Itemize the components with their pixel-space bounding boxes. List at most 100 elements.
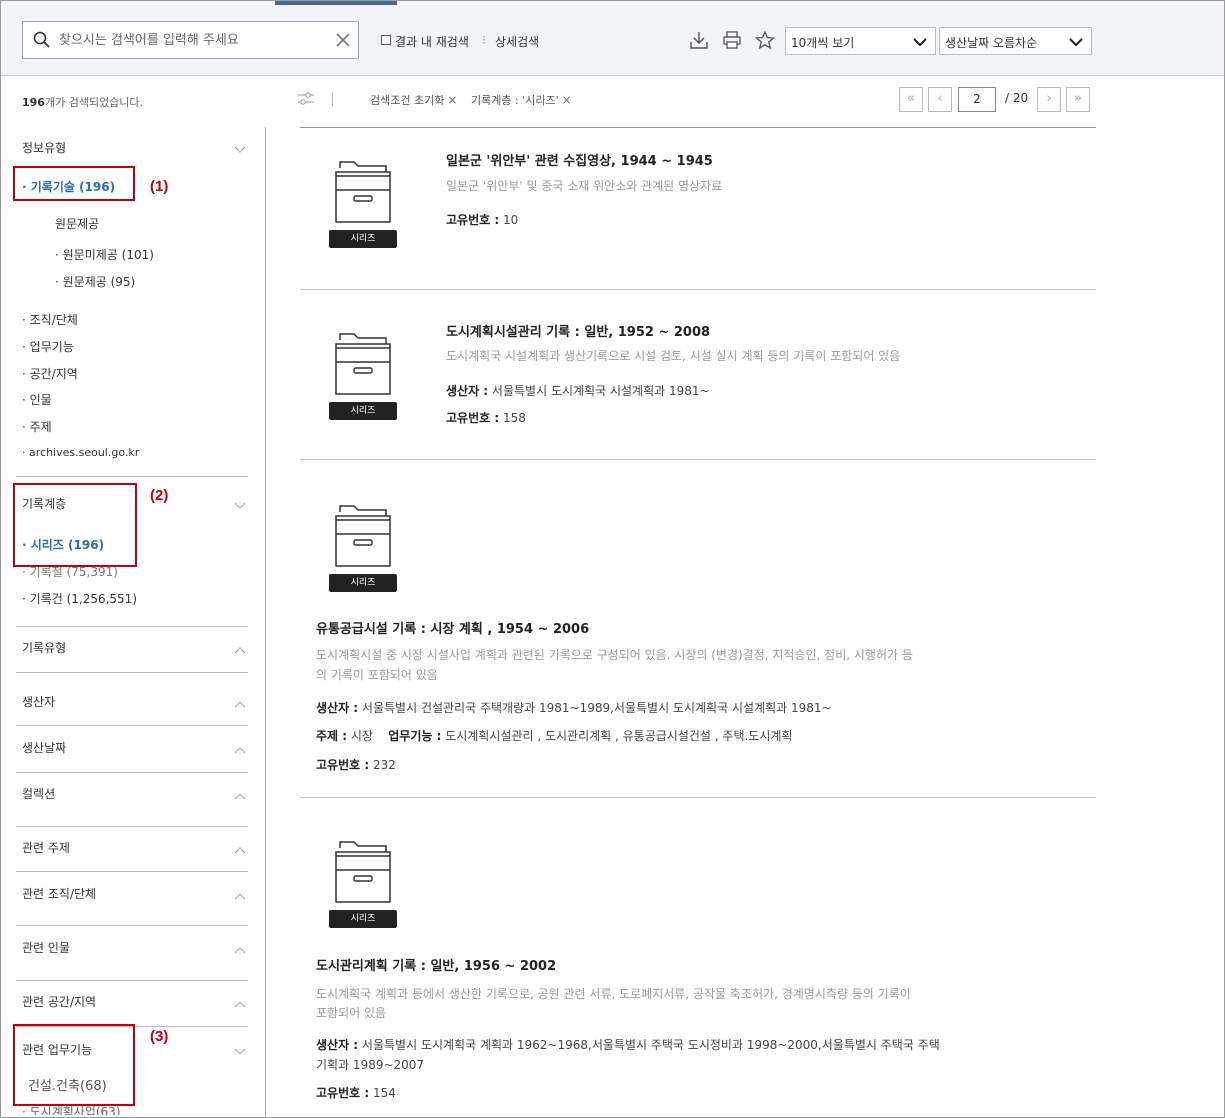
facet-divider	[16, 871, 248, 872]
facet-divider	[16, 772, 248, 773]
series-thumbnail[interactable]: 시리즈	[329, 158, 397, 248]
sort-value: 생산날짜 오름차순	[945, 36, 1038, 50]
sidebar-divider	[265, 127, 266, 1117]
close-icon[interactable]: ×	[447, 93, 457, 107]
page-number-input[interactable]: 2	[958, 87, 996, 112]
chevron-up-icon[interactable]	[234, 997, 246, 1008]
result-description: 도시계획국 계획과 등에서 생산한 기록으로, 공원 관련 서류, 도로폐지서류…	[316, 987, 911, 1001]
result-divider	[300, 289, 1096, 290]
facet-divider	[16, 980, 248, 981]
result-meta: 고유번호 : 158	[446, 408, 526, 428]
sort-select[interactable]: 생산날짜 오름차순	[939, 27, 1092, 55]
meta-label: 고유번호 :	[446, 411, 500, 425]
facet-related-org-title[interactable]: 관련 조직/단체	[22, 885, 96, 902]
star-icon[interactable]	[754, 30, 776, 50]
result-description: 도시계획시설 중 시장 시설사업 계획과 관련된 기록으로 구성되어 있음. 시…	[316, 648, 913, 662]
annotation-box-2	[13, 483, 137, 567]
result-title[interactable]: 유통공급시설 기록 : 시장 계획 , 1954 ~ 2006	[316, 618, 589, 637]
facet-producer-title[interactable]: 생산자	[22, 693, 55, 710]
annotation-box-1	[13, 166, 135, 201]
facet-sub-item[interactable]: · 원문제공 (95)	[55, 273, 135, 290]
filter-settings-icon[interactable]	[297, 91, 315, 107]
applied-filter-chip[interactable]: 기록계층 : '시리즈' ×	[471, 92, 572, 108]
chevron-up-icon[interactable]	[234, 789, 246, 800]
search-box[interactable]	[22, 21, 359, 59]
facet-related-place-title[interactable]: 관련 공간/지역	[22, 993, 96, 1010]
facet-date-title[interactable]: 생산날짜	[22, 739, 66, 756]
result-description: 일본군 '위안부' 및 중국 소재 위안소와 관계된 영상자료	[446, 179, 723, 193]
detail-search-link[interactable]: 상세검색	[495, 33, 539, 50]
chevron-down-icon[interactable]	[234, 143, 246, 153]
clear-icon[interactable]	[334, 31, 352, 49]
facet-item[interactable]: · archives.seoul.go.kr	[22, 446, 139, 459]
chevron-down-icon[interactable]	[234, 499, 246, 509]
page-size-select[interactable]: 10개씩 보기	[785, 27, 936, 55]
meta-value: 158	[499, 411, 526, 425]
archive-box-icon	[335, 161, 391, 223]
facet-item[interactable]: · 기록건 (1,256,551)	[22, 590, 137, 607]
search-input[interactable]	[59, 29, 329, 51]
result-meta: 고유번호 : 232	[316, 755, 396, 775]
result-meta: 고유번호 : 10	[446, 210, 518, 230]
print-icon[interactable]	[722, 30, 742, 50]
chevron-up-icon[interactable]	[234, 643, 246, 654]
meta-label: 업무기능 :	[388, 729, 442, 743]
meta-label: 생산자 :	[446, 384, 489, 398]
meta-label: 고유번호 :	[446, 213, 500, 227]
result-count-number: 196	[22, 96, 45, 109]
chevron-down-icon	[1069, 36, 1083, 47]
chevron-down-icon[interactable]	[234, 1045, 246, 1055]
meta-value: 시장	[347, 729, 373, 743]
facet-related-person-title[interactable]: 관련 인물	[22, 939, 70, 956]
divider	[332, 92, 333, 106]
facet-sub-item[interactable]: · 원문미제공 (101)	[55, 246, 154, 263]
search-icon[interactable]	[33, 31, 51, 49]
meta-label: 생산자 :	[316, 1038, 359, 1052]
facet-record-type-title[interactable]: 기록유형	[22, 639, 66, 656]
facet-item[interactable]: · 공간/지역	[22, 365, 78, 382]
facet-item[interactable]: · 인물	[22, 391, 52, 408]
facet-info-type-title[interactable]: 정보유형	[22, 139, 66, 156]
facet-item[interactable]: · 조직/단체	[22, 311, 78, 328]
facet-divider	[16, 672, 248, 673]
facet-divider	[16, 826, 248, 827]
series-thumbnail[interactable]: 시리즈	[329, 330, 397, 420]
meta-label: 주제 :	[316, 729, 348, 743]
series-tag: 시리즈	[329, 910, 397, 928]
chevron-up-icon[interactable]	[234, 889, 246, 900]
facet-collection-title[interactable]: 컬렉션	[22, 785, 55, 802]
chevron-up-icon[interactable]	[234, 943, 246, 954]
archive-box-icon	[335, 333, 391, 395]
series-thumbnail[interactable]: 시리즈	[329, 838, 397, 928]
result-meta-continued: 기획과 1989~2007	[316, 1058, 425, 1072]
meta-value: 10	[499, 213, 519, 227]
facet-divider	[16, 925, 248, 926]
page-size-value: 10개씩 보기	[791, 36, 855, 50]
facet-divider	[16, 725, 248, 726]
search-toolbar: 결과 내 재검색 ⁝ 상세검색 10개씩 보기 생산날짜 오름차순	[1, 1, 1224, 76]
facet-item[interactable]: · 업무기능	[22, 338, 74, 355]
meta-value: 154	[369, 1086, 396, 1100]
series-thumbnail[interactable]: 시리즈	[329, 502, 397, 592]
facet-item[interactable]: · 주제	[22, 418, 52, 435]
result-title[interactable]: 일본군 '위안부' 관련 수집영상, 1944 ~ 1945	[446, 150, 713, 169]
reset-filters[interactable]: 검색조건 초기화 ×	[370, 92, 457, 108]
last-page-button[interactable]: »	[1066, 87, 1090, 112]
chevron-up-icon[interactable]	[234, 743, 246, 754]
next-page-button[interactable]: ›	[1037, 87, 1061, 112]
page-total: / 20	[1005, 91, 1029, 105]
download-icon[interactable]	[689, 30, 709, 50]
result-description: 의 기록이 포함되어 있음	[316, 668, 438, 682]
first-page-button[interactable]: «	[899, 87, 923, 112]
facet-related-subject-title[interactable]: 관련 주제	[22, 839, 70, 856]
chevron-up-icon[interactable]	[234, 843, 246, 854]
refine-checkbox[interactable]	[381, 35, 391, 45]
close-icon[interactable]: ×	[562, 93, 572, 107]
result-title[interactable]: 도시관리계획 기록 : 일반, 1956 ~ 2002	[316, 955, 556, 974]
result-divider	[300, 797, 1096, 798]
refine-label[interactable]: 결과 내 재검색	[395, 33, 469, 50]
chevron-up-icon[interactable]	[234, 697, 246, 708]
prev-page-button[interactable]: ‹	[928, 87, 952, 112]
result-title[interactable]: 도시계획시설관리 기록 : 일반, 1952 ~ 2008	[446, 321, 710, 340]
annotation-label-1: (1)	[150, 178, 169, 195]
